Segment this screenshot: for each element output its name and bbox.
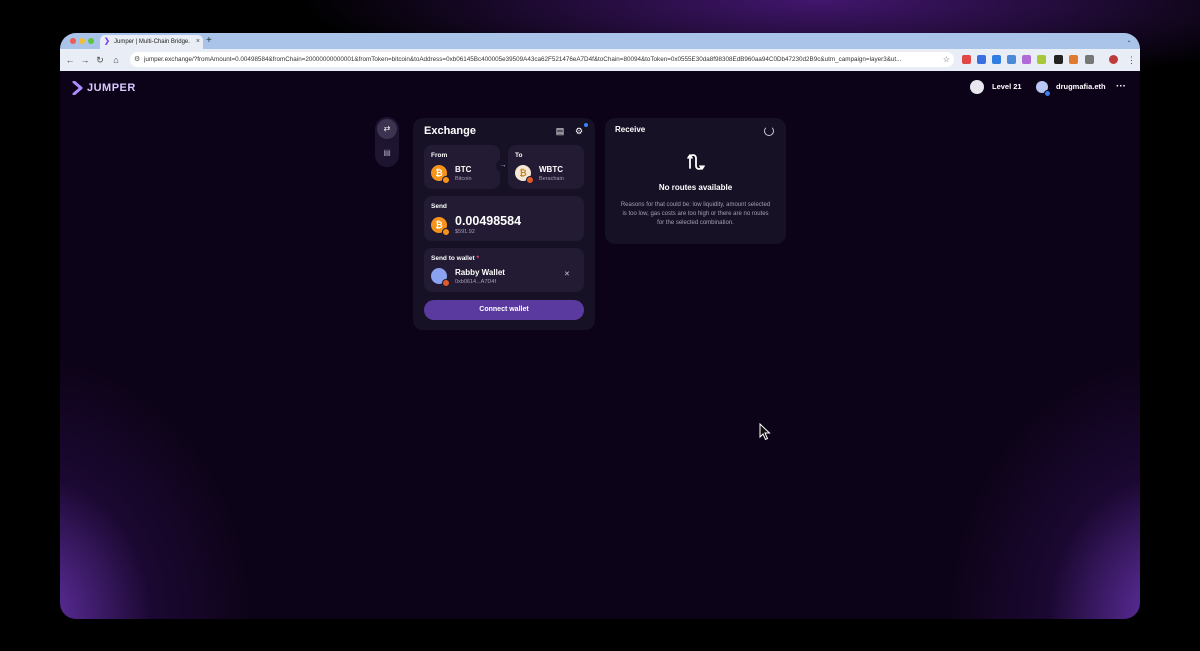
- wallet-address: 0xb0614...A7D4f: [455, 279, 496, 285]
- to-token-symbol: WBTC: [539, 165, 563, 174]
- extension-icon[interactable]: [992, 55, 1001, 64]
- back-icon[interactable]: ←: [64, 53, 76, 67]
- extension-icon[interactable]: [1037, 55, 1046, 64]
- close-icon[interactable]: ✕: [564, 270, 570, 278]
- bitcoin-chain-icon: [442, 228, 450, 236]
- level-text: Level 21: [992, 82, 1022, 91]
- bitcoin-chain-icon: [442, 176, 450, 184]
- tab-close-icon[interactable]: ×: [196, 35, 200, 49]
- browser-tab[interactable]: ❯ Jumper | Multi-Chain Bridge... ×: [100, 35, 203, 49]
- to-label: To: [515, 152, 523, 159]
- minimize-window-button[interactable]: [79, 38, 85, 44]
- address-bar[interactable]: ⚙ jumper.exchange/?fromAmount=0.00498584…: [130, 52, 954, 67]
- level-badge[interactable]: Level 21: [970, 79, 1030, 97]
- extension-icon[interactable]: [962, 55, 971, 64]
- send-label: Send: [431, 203, 447, 210]
- berachain-chain-icon: [526, 176, 534, 184]
- new-tab-button[interactable]: +: [206, 34, 212, 48]
- browser-window: ❯ Jumper | Multi-Chain Bridge... × + ⌄ ←…: [60, 33, 1140, 619]
- jumper-logo-icon: [72, 81, 83, 95]
- forward-icon[interactable]: →: [79, 53, 91, 67]
- reload-icon[interactable]: ↻: [94, 53, 106, 67]
- send-amount-field[interactable]: Send ₿ 0.00498584 $591.92: [424, 196, 584, 241]
- wallet-name: drugmafia.eth: [1056, 82, 1106, 91]
- logo-text: JUMPER: [87, 82, 136, 94]
- more-icon[interactable]: ···: [1116, 79, 1126, 95]
- tab-title: Jumper | Multi-Chain Bridge...: [114, 39, 190, 45]
- extensions-puzzle-icon[interactable]: [1085, 55, 1094, 64]
- receive-card: Receive No routes available Reasons for …: [605, 118, 786, 244]
- send-amount[interactable]: 0.00498584: [455, 214, 521, 228]
- extension-icon[interactable]: [977, 55, 986, 64]
- browser-menu-icon[interactable]: ⋮: [1127, 53, 1136, 67]
- widget-nav-rail: ⇄ ▤: [375, 117, 399, 167]
- bookmark-star-icon[interactable]: ☆: [943, 52, 950, 67]
- profile-avatar[interactable]: [1109, 55, 1118, 64]
- exchange-card: Exchange ▤ ⚙ From ₿ BTC Bitcoin → To ₿ W…: [413, 118, 595, 330]
- settings-gear-icon[interactable]: ⚙: [573, 125, 585, 137]
- from-token-chain: Bitcoin: [455, 176, 472, 182]
- history-icon[interactable]: ▤: [377, 143, 397, 163]
- from-token-selector[interactable]: From ₿ BTC Bitcoin: [424, 145, 500, 189]
- wallet-menu-button[interactable]: drugmafia.eth: [1036, 79, 1112, 97]
- extension-icon[interactable]: [1054, 55, 1063, 64]
- receive-title: Receive: [615, 125, 646, 134]
- from-label: From: [431, 152, 448, 159]
- tab-search-icon[interactable]: ⌄: [1124, 36, 1134, 46]
- extension-icon[interactable]: [1007, 55, 1016, 64]
- tab-bar: ❯ Jumper | Multi-Chain Bridge... × + ⌄: [60, 33, 1140, 49]
- extension-icon[interactable]: [1022, 55, 1031, 64]
- swap-icon[interactable]: ⇄: [377, 119, 397, 139]
- home-icon[interactable]: ⌂: [110, 53, 122, 67]
- to-token-chain: Berachain: [539, 176, 564, 182]
- send-to-wallet-field[interactable]: Send to wallet * Rabby Wallet 0xb0614...…: [424, 248, 584, 292]
- close-window-button[interactable]: [70, 38, 76, 44]
- navigation-bar: ← → ↻ ⌂ ⚙ jumper.exchange/?fromAmount=0.…: [60, 49, 1140, 71]
- route-icon: [687, 154, 705, 170]
- jumper-app: JUMPER Level 21 drugmafia.eth ··· ⇄ ▤ Ex…: [60, 71, 1140, 619]
- wallet-status-dot: [1044, 90, 1051, 97]
- to-token-selector[interactable]: To ₿ WBTC Berachain: [508, 145, 584, 189]
- no-routes-title: No routes available: [658, 183, 733, 192]
- maximize-window-button[interactable]: [88, 38, 94, 44]
- send-to-wallet-label: Send to wallet *: [431, 255, 480, 262]
- spinner-icon: [764, 126, 774, 136]
- avatar: [970, 80, 984, 94]
- send-usd-value: $591.92: [455, 229, 475, 235]
- from-token-symbol: BTC: [455, 165, 472, 174]
- no-routes-reasons: Reasons for that could be: low liquidity…: [620, 202, 771, 226]
- extension-icon[interactable]: [1069, 55, 1078, 64]
- transaction-history-icon[interactable]: ▤: [554, 125, 566, 137]
- wallet-name: Rabby Wallet: [455, 268, 505, 277]
- berachain-chain-icon: [442, 279, 450, 287]
- required-mark: *: [476, 255, 480, 262]
- exchange-title: Exchange: [424, 125, 476, 137]
- mouse-cursor-icon: [759, 423, 771, 441]
- connect-wallet-button[interactable]: Connect wallet: [424, 300, 584, 320]
- settings-notification-dot: [584, 123, 588, 127]
- site-info-icon[interactable]: ⚙: [134, 53, 140, 66]
- jumper-favicon-icon: ❯: [104, 38, 110, 45]
- address-bar-text[interactable]: jumper.exchange/?fromAmount=0.00498584&f…: [144, 52, 924, 67]
